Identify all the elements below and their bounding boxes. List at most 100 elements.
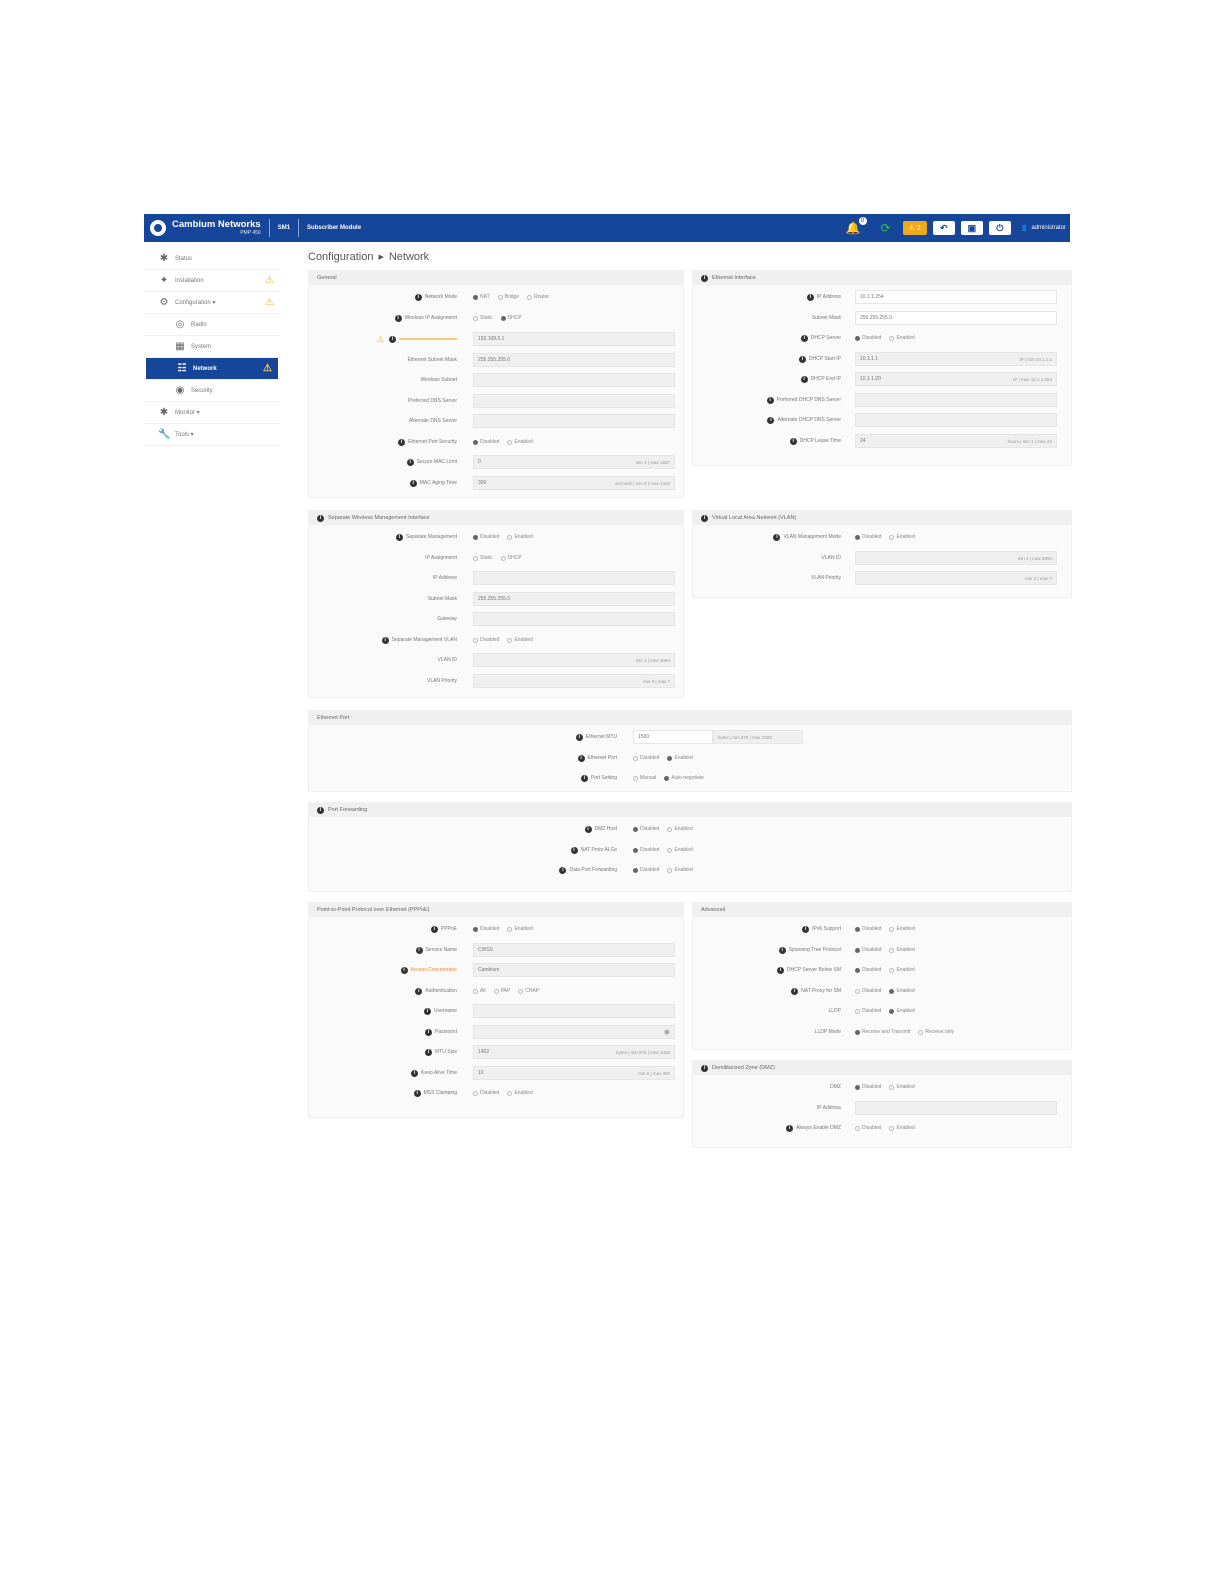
eye-icon[interactable]: ◉ [664,1028,670,1036]
sidebar-item-network[interactable]: ☷ Network ⚠ [146,358,278,380]
radio-button[interactable] [918,1029,924,1035]
vlan-id-field[interactable]: min 1 | max 4094 [855,551,1057,565]
radio-button[interactable] [507,926,513,932]
sep-mgmt-radios[interactable]: Disabled Enabled [473,534,533,540]
radio-button[interactable] [889,967,895,973]
radio-button[interactable] [889,1008,895,1014]
lldp-radios[interactable]: Disabled Enabled [855,1008,915,1014]
info-icon[interactable]: i [575,733,583,741]
data-fwd-radios[interactable]: Disabled Enabled [633,867,693,873]
info-icon[interactable]: i [776,966,784,974]
info-icon[interactable]: i [389,335,396,343]
info-icon[interactable]: i [766,396,774,404]
eth-port-security-radios[interactable]: Disabled Enabled [473,439,533,445]
dhcp-below-radios[interactable]: Disabled Enabled [855,967,915,973]
info-icon[interactable]: i [701,1064,708,1072]
radio-button[interactable] [500,555,506,561]
radio-button[interactable] [667,847,673,853]
info-icon[interactable]: i [396,533,404,541]
eth-subnet-field[interactable]: 255.255.255.0 [855,311,1057,325]
radio-button[interactable] [889,1125,895,1131]
radio-button[interactable] [527,294,533,300]
radio-button[interactable] [473,988,478,994]
nat-alg-radios[interactable]: Disabled Enabled [633,847,693,853]
info-icon[interactable]: i [778,946,786,954]
info-icon[interactable]: i [800,375,808,383]
info-icon[interactable]: i [773,533,781,541]
info-icon[interactable]: i [415,946,423,954]
stp-radios[interactable]: Disabled Enabled [855,947,915,953]
radio-button[interactable] [473,294,478,300]
radio-button[interactable] [633,867,638,873]
radio-button[interactable] [493,988,499,994]
radio-button[interactable] [667,826,673,832]
radio-button[interactable] [889,988,895,994]
user-menu[interactable]: 👤 administrator [1021,225,1066,232]
pppoe-radios[interactable]: Disabled Enabled [473,926,533,932]
always-dmz-radios[interactable]: Disabled Enabled [855,1125,915,1131]
radio-button[interactable] [473,439,478,445]
eth-mtu-field[interactable]: 1500 [633,730,713,744]
radio-button[interactable] [633,847,638,853]
radio-button[interactable] [473,534,478,540]
radio-button[interactable] [855,947,860,953]
radio-button[interactable] [473,555,478,561]
info-icon[interactable]: i [570,846,578,854]
swmi-subnet-field[interactable]: 255.255.255.0 [473,592,675,606]
radio-button[interactable] [855,335,860,341]
breadcrumb-section[interactable]: Configuration [308,251,373,263]
access-concentrator-field[interactable]: Cambium [473,963,675,977]
brand-logo[interactable]: Cambium Networks PMP 450 [144,214,261,242]
info-icon[interactable]: i [415,987,423,995]
dhcp-server-radios[interactable]: Disabled Enabled [855,335,915,341]
mac-aging-field[interactable]: 300 seconds | min 0 | max 1440 [473,476,675,490]
swmi-vlan-priority-field[interactable]: min 0 | max 7 [473,674,675,688]
swmi-gateway-field[interactable] [473,612,675,626]
info-icon[interactable]: i [791,987,799,995]
radio-button[interactable] [500,315,506,321]
info-icon[interactable]: i [800,334,808,342]
undo-button[interactable]: ↶ [932,221,955,235]
info-icon[interactable]: i [584,825,592,833]
radio-button[interactable] [473,637,478,643]
radio-button[interactable] [855,1029,860,1035]
radio-button[interactable] [507,1090,513,1096]
sidebar-item-configuration[interactable]: ⚙ Configuration ▾ ⚠ [144,292,280,314]
authentication-radios[interactable]: All PAP CHAP [473,988,539,994]
ethernet-subnet-field[interactable]: 255.255.255.0 [473,353,675,367]
radio-button[interactable] [507,439,513,445]
dmz-radios[interactable]: Disabled Enabled [855,1084,915,1090]
vlan-mgmt-radios[interactable]: Disabled Enabled [855,534,915,540]
eth-port-radios[interactable]: Disabled Enabled [633,755,693,761]
info-icon[interactable]: i [317,514,324,522]
radio-button[interactable] [507,637,513,643]
sidebar-item-status[interactable]: ✱ Status [144,248,280,270]
sidebar-item-security[interactable]: ◉ Security [144,380,280,402]
radio-button[interactable] [889,947,895,953]
info-icon[interactable]: i [423,1007,431,1015]
reboot-button[interactable]: ⏻ [988,221,1011,235]
ipv6-radios[interactable]: Disabled Enabled [855,926,915,932]
secure-mac-field[interactable]: 0 min 1 | max 1667 [473,455,675,469]
pref-dhcp-dns-field[interactable] [855,393,1057,407]
radio-button[interactable] [889,926,895,932]
radio-button[interactable] [633,826,638,832]
info-icon[interactable]: i [409,479,417,487]
radio-button[interactable] [473,926,478,932]
info-icon[interactable]: i [398,438,406,446]
info-icon[interactable]: i [577,754,585,762]
alt-dhcp-dns-field[interactable] [855,413,1057,427]
sidebar-item-system[interactable]: ▦ System [144,336,280,358]
password-field[interactable]: ◉ [473,1025,675,1039]
info-icon[interactable]: i [394,314,402,322]
sidebar-item-radio[interactable]: ◎ Radio [144,314,280,336]
radio-button[interactable] [473,1090,478,1096]
info-icon[interactable]: i [414,293,422,301]
info-icon[interactable]: i [411,1069,419,1077]
radio-button[interactable] [518,988,524,994]
radio-button[interactable] [507,534,513,540]
radio-button[interactable] [633,755,638,761]
swmi-ip-field[interactable] [473,571,675,585]
radio-button[interactable] [889,534,895,540]
radio-button[interactable] [855,926,860,932]
